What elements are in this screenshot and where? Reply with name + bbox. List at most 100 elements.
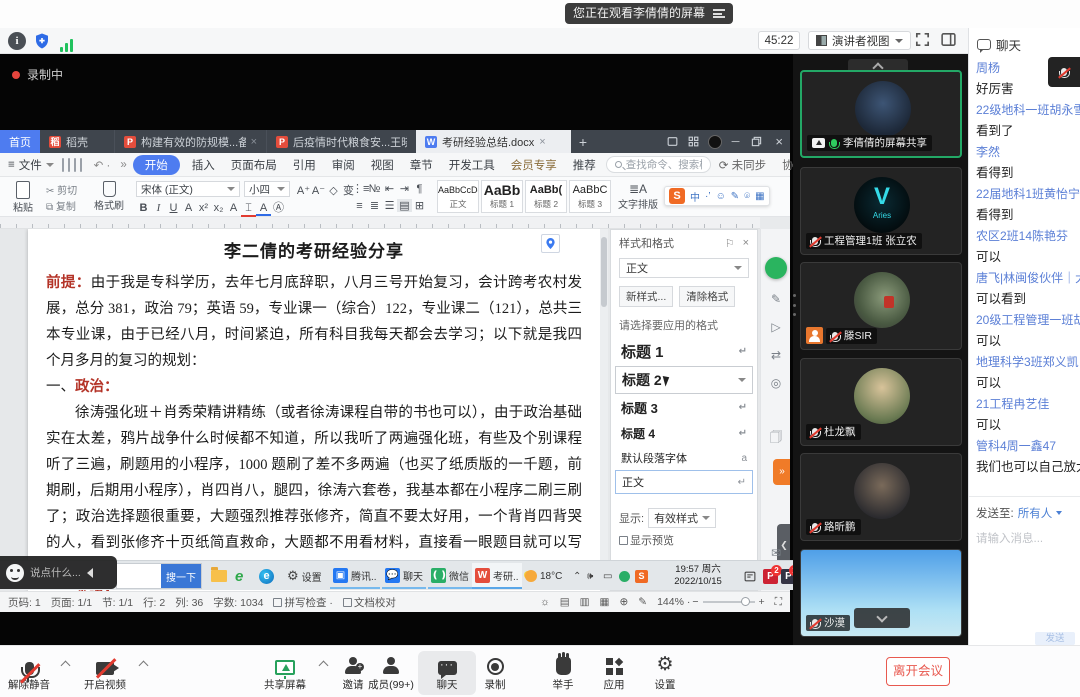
tab-grid-icon[interactable] [683,130,704,153]
style-item-heading2[interactable]: 标题 2 [615,366,753,394]
style-normal[interactable]: AaBbCcDd正文 [437,180,479,213]
view-normal-icon[interactable]: ▤ [560,596,570,608]
sogou-tray-icon[interactable]: S [632,563,651,589]
tab-close-icon[interactable]: × [539,136,545,148]
search-go-button[interactable]: 搜一下 [161,564,201,588]
taskbar-file-explorer[interactable] [208,563,230,589]
security-shield-icon[interactable] [33,32,51,50]
menu-item-reference[interactable]: 引用 [285,157,324,173]
minimize-button[interactable]: ─ [726,130,746,153]
taskbar-edge[interactable]: e [256,563,277,589]
banner-menu-icon[interactable] [713,9,725,18]
docer-flag-icon[interactable]: » [773,459,790,485]
taskbar-weather[interactable]: 18°C [522,563,565,589]
fit-page-icon[interactable]: ⛶ [775,596,782,609]
menu-item-review[interactable]: 审阅 [324,157,363,173]
menu-item-insert[interactable]: 插入 [184,157,223,173]
volume-icon[interactable]: 🕪 [584,563,596,589]
menu-item-developer[interactable]: 开发工具 [441,157,503,173]
align-icons[interactable]: ≡≣☰▤⊞ [352,199,427,212]
panel-resize-handle[interactable] [793,294,796,316]
notification-center-icon[interactable] [740,563,760,589]
wps-assistant-ball-icon[interactable] [765,257,787,279]
zoom-in-button[interactable]: + [759,596,765,608]
font-enlarge-shrink-icons[interactable]: A⁺A⁻◇变 [296,182,356,198]
zoom-out-button[interactable]: − [692,596,698,608]
show-preview-checkbox[interactable]: 显示预览 [619,532,674,548]
tab-doc-active[interactable]: W考研经验总结.docx× [416,130,571,153]
info-icon[interactable]: i [8,32,26,50]
close-panel-icon[interactable]: × [743,237,749,250]
sogou-input-toolbar[interactable]: S 中·’☺✎⌾▦ [664,186,770,206]
menu-item-view[interactable]: 视图 [363,157,402,173]
tab-list-icon[interactable] [662,130,683,153]
video-tile[interactable]: 路昕鹏 [800,453,962,541]
leave-meeting-button[interactable]: 离开会议 [886,657,950,686]
record-button[interactable]: 录制 [466,651,524,692]
view-web-icon[interactable]: ▦ [600,596,610,608]
help-icon[interactable]: ◎ [768,375,784,391]
tile-collapse-button[interactable] [854,608,910,628]
font-name-select[interactable]: 宋体 (正文) [136,181,240,197]
taskbar-clock[interactable]: 19:57 周六 2022/10/15 [662,564,734,588]
taskbar-chat-app[interactable]: 💬聊天 [382,563,426,589]
file-menu[interactable]: ≡ 文件 [0,157,62,173]
view-print-icon[interactable]: ⊕ [619,596,628,608]
members-button[interactable]: 成员(99+) [362,651,420,692]
list-indent-icons[interactable]: ⋮≡№⇤⇥¶ [352,182,427,195]
zoom-slider[interactable] [703,601,755,603]
font-format-icons[interactable]: BIUAx²x₂A⌶AⒶ [136,199,286,217]
font-size-select[interactable]: 小四 [244,181,290,197]
fullscreen-icon[interactable] [914,31,932,49]
wps-search-box[interactable]: 查找命令、搜索模板 [606,156,711,173]
tray-green-icon[interactable] [616,563,633,589]
tab-close-icon[interactable]: × [251,136,257,148]
video-options-chevron[interactable] [139,661,149,671]
doc-scrollbar[interactable] [600,229,608,591]
style-item-default-font[interactable]: 默认段落字体a [611,446,757,470]
cut-button[interactable]: ✂ 剪切 [46,182,77,197]
new-tab-button[interactable]: + [571,130,595,153]
windows-search-box[interactable]: 搜一下 [116,563,202,589]
menu-item-recommend[interactable]: 推荐 [565,157,604,173]
format-painter-button[interactable]: 格式刷 [92,181,126,212]
raise-hand-button[interactable]: 举手 [534,651,592,692]
tab-docer[interactable]: 稻稻壳 [40,130,114,153]
styles-display-select[interactable]: 显示: 有效样式 [619,508,716,528]
audio-options-chevron[interactable] [61,661,71,671]
status-wordcount[interactable]: 字数: 1034 [213,595,263,610]
edit-mode-icon[interactable]: ✎ [638,596,647,608]
video-tile[interactable]: 杜龙飘 [800,358,962,446]
menu-item-start[interactable]: 开始 [133,155,180,175]
location-pin-icon[interactable] [541,234,560,253]
text-layout-button[interactable]: ≣A 文字排版 [616,182,660,211]
subtitle-overlay[interactable]: 说点什么... [0,556,117,589]
pin-panel-icon[interactable]: ⚐ [725,237,735,250]
taskbar-wechat[interactable]: ❪❫微信 [428,563,472,589]
preview-icon[interactable] [80,158,82,172]
style-item-heading1[interactable]: 标题 1↵ [611,337,757,366]
night-mode-icon[interactable]: ☼ [540,596,550,608]
proofread-toggle[interactable]: 文档校对 [343,595,396,610]
start-video-button[interactable]: 开启视频 [76,651,134,692]
zoom-level[interactable]: 144% · [657,596,690,608]
account-avatar[interactable] [704,130,726,153]
apps-button[interactable]: 应用 [585,651,643,692]
export-icon[interactable] [68,158,70,172]
print-icon[interactable] [74,158,76,172]
tab-pdf-2[interactable]: P后疫情时代粮食安...王晓辉.pdf [266,130,416,153]
send-button[interactable]: 发送 [1035,632,1075,645]
taskbar-settings[interactable]: ⚙设置 [284,563,325,589]
document-page[interactable]: 李二倩的考研经验分享 前提：由于我是专科学历，去年七月底辞职，八月三号开始复习，… [28,229,600,591]
adjust-icon[interactable]: ⇄ [768,347,784,363]
undo-icon[interactable]: ↶ · [86,158,119,172]
view-outline-icon[interactable]: ▥ [580,596,590,608]
settings-button[interactable]: ⚙ 设置 [636,651,694,692]
clear-format-button[interactable]: 清除格式 [679,286,735,307]
style-heading3[interactable]: AaBbC标题 3 [569,180,611,213]
paste-button[interactable]: 粘贴 [8,181,38,214]
book-icon[interactable]: 🗍 [768,429,784,445]
close-button[interactable]: × [768,130,790,153]
pen-icon[interactable]: ✎ [768,291,784,307]
sync-status[interactable]: ⟳ 未同步 [711,157,774,173]
